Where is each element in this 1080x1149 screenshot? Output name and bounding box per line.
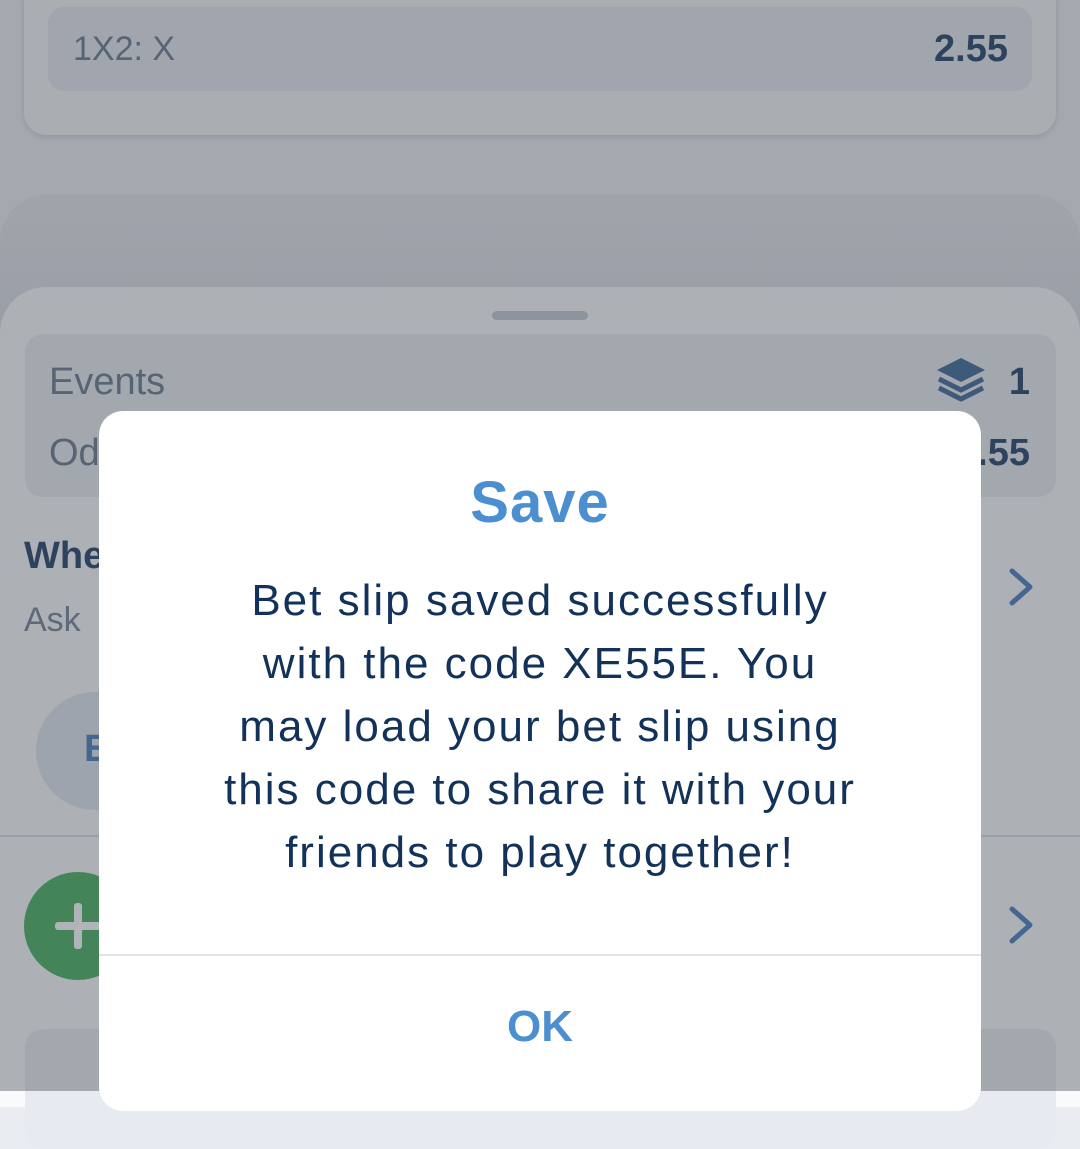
dialog-separator: [99, 954, 981, 956]
dialog-message: Bet slip saved successfully with the cod…: [179, 569, 901, 884]
dialog-message-line: this code to share it with your: [224, 765, 856, 814]
dialog-message-line: may load your bet slip using: [239, 702, 841, 751]
dialog-message-line: Bet slip saved successfully: [251, 576, 829, 625]
ok-button[interactable]: OK: [99, 957, 981, 1097]
dialog-message-line: friends to play together!: [285, 828, 795, 877]
save-dialog: Save Bet slip saved successfully with th…: [99, 411, 981, 1111]
dialog-message-line: with the code XE55E. You: [262, 639, 818, 688]
dialog-title: Save: [470, 470, 610, 535]
